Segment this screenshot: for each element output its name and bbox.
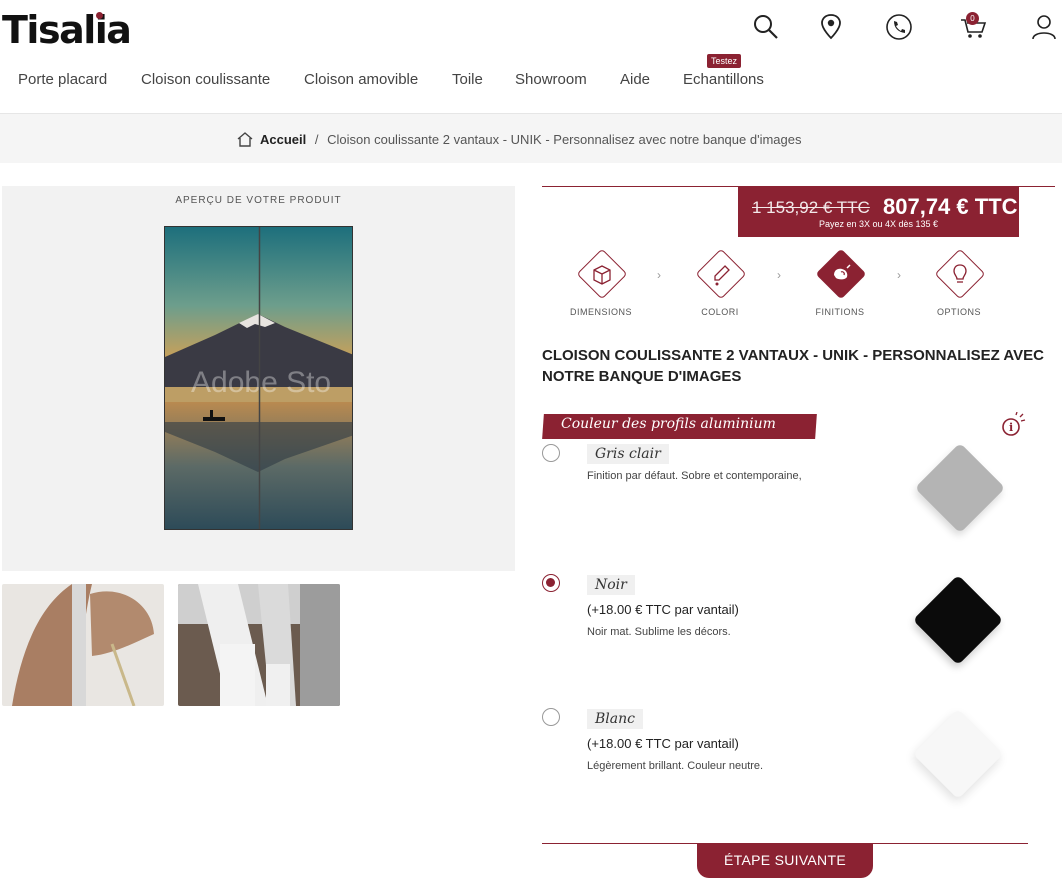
option-name: Gris clair bbox=[587, 444, 669, 464]
site-header: Tisalia 0 Porte placard Cloison coulissa… bbox=[0, 0, 1062, 113]
breadcrumb-separator: / bbox=[314, 132, 319, 147]
new-price: 807,74 € TTC bbox=[883, 194, 1018, 219]
home-icon[interactable] bbox=[236, 131, 254, 147]
step-options[interactable]: OPTIONS bbox=[909, 248, 1009, 320]
step-dimensions[interactable]: DIMENSIONS bbox=[551, 248, 651, 320]
door-preview-image[interactable]: Adobe Sto bbox=[164, 226, 353, 530]
breadcrumb-bar: Accueil / Cloison coulissante 2 vantaux … bbox=[0, 113, 1062, 163]
step-label: DIMENSIONS bbox=[569, 307, 632, 317]
step-label: OPTIONS bbox=[936, 307, 981, 317]
option-radio-gris-clair[interactable] bbox=[542, 444, 560, 462]
phone-icon[interactable] bbox=[884, 12, 914, 42]
option-name: Noir bbox=[587, 575, 635, 595]
step-finitions[interactable]: FINITIONS bbox=[790, 248, 890, 320]
chevron-right-icon: › bbox=[657, 268, 661, 282]
option-desc: Légèrement brillant. Couleur neutre. bbox=[587, 760, 764, 772]
testez-badge: Testez bbox=[707, 54, 742, 68]
option-desc: Noir mat. Sublime les décors. bbox=[587, 626, 731, 638]
nav-item-echantillons[interactable]: Echantillons bbox=[683, 71, 764, 88]
thumbnail-1[interactable] bbox=[2, 584, 164, 706]
option-desc: Finition par défaut. Sobre et contempora… bbox=[587, 470, 802, 482]
search-icon[interactable] bbox=[751, 12, 781, 42]
nav-item-showroom[interactable]: Showroom bbox=[515, 71, 587, 88]
next-step-button[interactable]: ÉTAPE SUIVANTE bbox=[697, 843, 873, 878]
price-box: 1 153,92 € TTC 807,74 € TTC Payez en 3X … bbox=[738, 186, 1019, 237]
product-preview: APERÇU DE VOTRE PRODUIT Adobe Sto bbox=[2, 186, 515, 571]
breadcrumb-current: Cloison coulissante 2 vantaux - UNIK - P… bbox=[327, 132, 802, 147]
nav-item-porte-placard[interactable]: Porte placard bbox=[18, 71, 107, 88]
swatch-blanc[interactable] bbox=[912, 708, 1004, 800]
chevron-right-icon: › bbox=[777, 268, 781, 282]
option-name: Blanc bbox=[587, 709, 643, 729]
location-icon[interactable] bbox=[816, 12, 846, 42]
thumbnail-2[interactable] bbox=[178, 584, 340, 706]
nav-item-toile[interactable]: Toile bbox=[452, 71, 483, 88]
finish-icon bbox=[834, 264, 851, 280]
bulb-icon bbox=[953, 264, 967, 283]
section-title: Couleur des profils aluminium bbox=[561, 416, 776, 432]
option-price: (+18.00 € TTC par vantail) bbox=[587, 602, 739, 617]
main-nav: Porte placard Cloison coulissante Cloiso… bbox=[0, 71, 1062, 91]
product-title: CLOISON COULISSANTE 2 VANTAUX - UNIK - P… bbox=[542, 347, 1044, 385]
dropper-icon bbox=[714, 265, 730, 286]
step-label: COLORI bbox=[701, 307, 739, 317]
preview-label: APERÇU DE VOTRE PRODUIT bbox=[175, 195, 342, 206]
option-radio-noir[interactable] bbox=[542, 574, 560, 592]
cart-count-badge: 0 bbox=[966, 12, 979, 25]
nav-item-cloison-coulissante[interactable]: Cloison coulissante bbox=[141, 71, 270, 88]
old-price: 1 153,92 € TTC bbox=[752, 198, 870, 217]
payment-info: Payez en 3X ou 4X dès 135 € bbox=[818, 219, 939, 229]
logo[interactable]: Tisalia bbox=[2, 8, 132, 52]
user-icon[interactable] bbox=[1029, 12, 1059, 42]
step-colori[interactable]: COLORI bbox=[670, 248, 770, 320]
box-icon bbox=[593, 265, 611, 285]
option-price: (+18.00 € TTC par vantail) bbox=[587, 736, 739, 751]
logo-dot bbox=[96, 12, 103, 19]
step-label: FINITIONS bbox=[815, 307, 865, 317]
nav-item-aide[interactable]: Aide bbox=[620, 71, 650, 88]
swatch-gris-clair[interactable] bbox=[914, 442, 1006, 534]
option-radio-blanc[interactable] bbox=[542, 708, 560, 726]
breadcrumb-home[interactable]: Accueil bbox=[260, 132, 306, 147]
breadcrumb: Accueil / Cloison coulissante 2 vantaux … bbox=[236, 131, 801, 147]
chevron-right-icon: › bbox=[897, 268, 901, 282]
swatch-noir[interactable] bbox=[912, 574, 1004, 666]
watermark-text: Adobe Sto bbox=[191, 366, 331, 399]
nav-item-cloison-amovible[interactable]: Cloison amovible bbox=[304, 71, 418, 88]
info-icon[interactable]: i bbox=[1000, 412, 1026, 438]
svg-text:i: i bbox=[1009, 421, 1013, 434]
